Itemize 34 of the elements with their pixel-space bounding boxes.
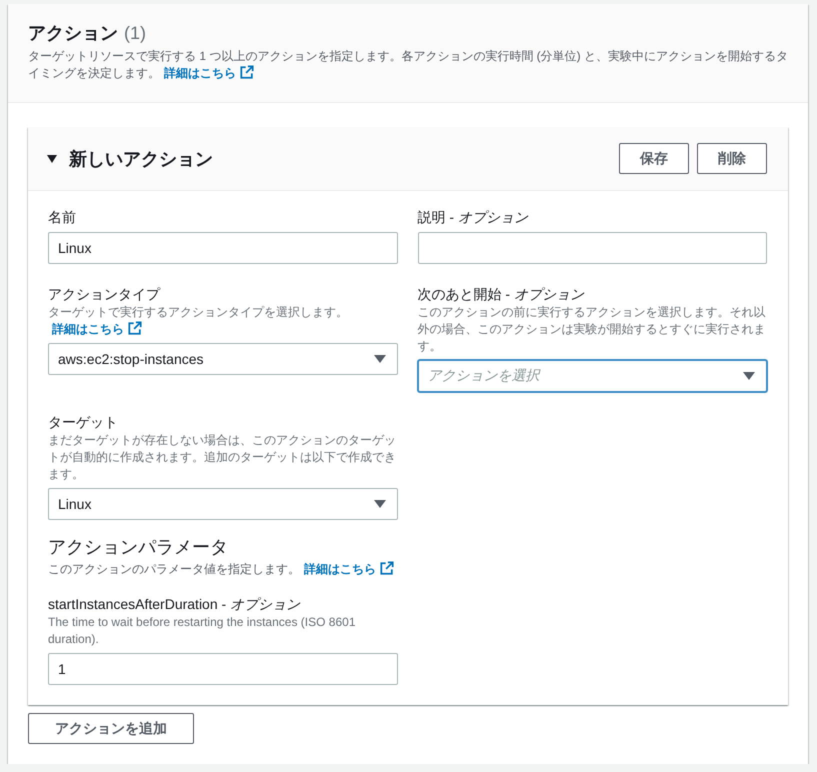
field-description: The time to wait before restarting the instances (ISO 8601 duration).	[48, 614, 356, 648]
text-input[interactable]: 1	[48, 653, 398, 685]
field-description: まだターゲットが存在しない場合は、このアクションのターゲットが自動的に作成されます。追加のターゲットは以下で作成できます。	[48, 432, 397, 483]
header-button[interactable]: 削除	[697, 143, 767, 174]
field-label: startInstancesAfterDuration - オプション	[48, 595, 302, 614]
field-label: アクションタイプ	[48, 285, 162, 304]
field-description: このアクションの前に実行するアクションを選択します。それ以外の場合、このアクションは実験が開始するとすぐに実行されます。	[418, 304, 766, 355]
caret-down-icon	[374, 500, 386, 508]
field-label: 次のあと開始 - オプション	[418, 285, 586, 304]
learn-more-link[interactable]: 詳細はこちら	[304, 562, 394, 576]
caret-down-icon	[743, 372, 755, 380]
section-heading: アクションパラメータ	[48, 536, 229, 558]
caret-down-icon	[374, 355, 386, 363]
card-title: 新しいアクション	[69, 148, 213, 170]
section-description: このアクションのパラメータ値を指定します。 詳細はこちら	[48, 561, 767, 578]
dropdown[interactable]: aws:ec2:stop-instances	[48, 343, 398, 375]
text-input[interactable]: Linux	[48, 232, 398, 264]
caret-down-icon[interactable]	[47, 154, 57, 162]
external-link-icon	[128, 321, 142, 335]
header-button[interactable]: 保存	[619, 143, 689, 174]
field-label: 説明 - オプション	[418, 208, 530, 227]
field-label: 名前	[48, 208, 77, 227]
text-input[interactable]	[418, 232, 767, 264]
external-link-icon	[380, 561, 394, 575]
field-description: ターゲットで実行するアクションタイプを選択します。 詳細はこちら	[48, 304, 349, 338]
learn-more-link[interactable]: 詳細はこちら	[164, 66, 254, 80]
field-label: ターゲット	[48, 413, 119, 432]
item-count: (1)	[124, 22, 146, 44]
add-action-button[interactable]: アクションを追加	[28, 713, 194, 744]
external-link-icon	[240, 65, 254, 79]
section-title: アクション	[28, 22, 118, 44]
dropdown[interactable]: Linux	[48, 488, 398, 520]
learn-more-link[interactable]: 詳細はこちら	[52, 322, 142, 336]
section-description: ターゲットリソースで実行する 1 つ以上のアクションを指定します。各アクションの実行時間 (分単位) と、実験中にアクションを開始するタイミングを決定します。 詳細はこちら	[28, 48, 788, 82]
